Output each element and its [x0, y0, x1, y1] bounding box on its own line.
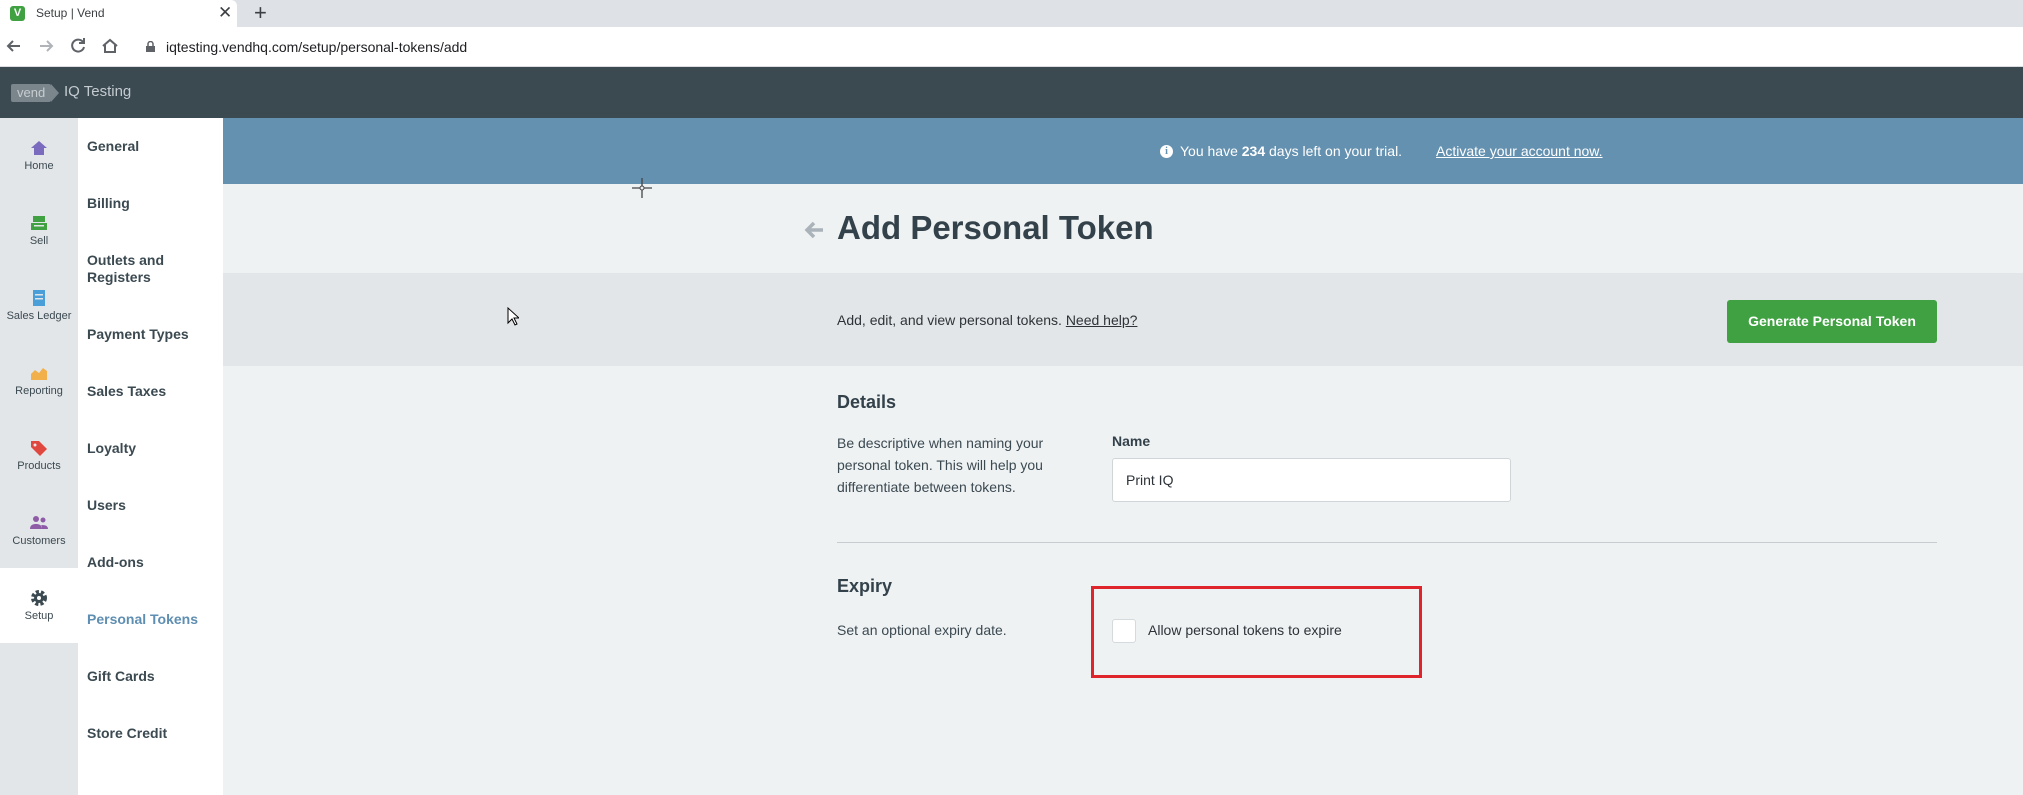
nav-home[interactable]: Home	[0, 118, 78, 193]
mouse-pointer-icon	[507, 307, 519, 326]
trial-banner: i You have 234 days left on your trial. …	[223, 118, 2023, 184]
expiry-heading: Expiry	[837, 576, 893, 596]
details-heading: Details	[837, 392, 897, 412]
trial-days: 234	[1241, 143, 1266, 159]
app-header: vend IQ Testing	[0, 67, 2023, 118]
submenu-item-general[interactable]: General	[87, 138, 217, 155]
back-icon[interactable]	[4, 36, 24, 56]
nav-products[interactable]: Products	[0, 418, 78, 493]
new-tab-icon[interactable]: +	[254, 1, 267, 25]
section-divider	[837, 542, 1937, 543]
nav-label: Customers	[12, 535, 66, 547]
ledger-icon	[33, 290, 45, 306]
submenu-item-users[interactable]: Users	[87, 497, 217, 514]
submenu-item-loyalty[interactable]: Loyalty	[87, 440, 217, 457]
browser-tab[interactable]: V Setup | Vend ✕	[0, 0, 237, 27]
browser-tab-bar: V Setup | Vend ✕ +	[0, 0, 2023, 27]
nav-sales-ledger[interactable]: Sales Ledger	[0, 268, 78, 343]
activate-account-link[interactable]: Activate your account now.	[1436, 143, 1603, 159]
nav-setup[interactable]: Setup	[0, 568, 78, 643]
submenu-item-add-ons[interactable]: Add-ons	[87, 554, 217, 571]
nav-label: Home	[24, 160, 54, 172]
crosshair-cursor-icon	[632, 178, 652, 198]
info-icon: i	[1160, 145, 1173, 158]
page-title: Add Personal Token	[837, 209, 1154, 246]
vend-logo[interactable]: vend	[11, 84, 60, 102]
toolbar-description: Add, edit, and view personal tokens. Nee…	[837, 312, 1138, 328]
main-nav: Home Sell Sales Ledger Reporting Product…	[0, 118, 78, 795]
store-name[interactable]: IQ Testing	[64, 83, 131, 100]
home-browser-icon[interactable]	[100, 36, 120, 56]
submenu-item-payment-types[interactable]: Payment Types	[87, 326, 217, 343]
tag-icon	[31, 441, 47, 456]
submenu-item-gift-cards[interactable]: Gift Cards	[87, 668, 217, 685]
nav-label: Setup	[24, 610, 54, 622]
allow-expire-checkbox[interactable]	[1112, 619, 1136, 643]
forward-icon[interactable]	[36, 36, 56, 56]
name-label: Name	[1112, 433, 1151, 449]
page-toolbar: Add, edit, and view personal tokens. Nee…	[223, 273, 2023, 366]
trial-message: You have 234 days left on your trial.	[1180, 143, 1403, 159]
vend-favicon-icon: V	[10, 6, 25, 21]
chart-icon	[31, 368, 47, 380]
people-icon	[30, 516, 48, 529]
lock-icon	[146, 41, 155, 52]
details-description: Be descriptive when naming your personal…	[837, 435, 1044, 495]
register-icon	[31, 216, 47, 230]
nav-label: Reporting	[15, 385, 63, 397]
allow-expire-label[interactable]: Allow personal tokens to expire	[1148, 622, 1342, 638]
tab-title: Setup | Vend	[36, 6, 105, 20]
submenu-item-outlets-and-registers[interactable]: Outlets and Registers	[87, 252, 217, 286]
url-field[interactable]: iqtesting.vendhq.com/setup/personal-toke…	[166, 39, 467, 55]
nav-label: Sales Ledger	[6, 310, 72, 322]
generate-personal-token-button[interactable]: Generate Personal Token	[1727, 300, 1937, 343]
expiry-description: Set an optional expiry date.	[837, 622, 1007, 638]
need-help-link[interactable]: Need help?	[1066, 312, 1138, 328]
back-arrow-icon[interactable]	[802, 218, 826, 242]
submenu-item-store-credit[interactable]: Store Credit	[87, 725, 217, 742]
submenu-item-sales-taxes[interactable]: Sales Taxes	[87, 383, 217, 400]
nav-customers[interactable]: Customers	[0, 493, 78, 568]
gear-icon	[31, 590, 47, 606]
nav-reporting[interactable]: Reporting	[0, 343, 78, 418]
browser-address-bar: iqtesting.vendhq.com/setup/personal-toke…	[0, 27, 2023, 67]
submenu-item-billing[interactable]: Billing	[87, 195, 217, 212]
setup-submenu: General Billing Outlets and Registers Pa…	[78, 118, 223, 795]
submenu-item-personal-tokens[interactable]: Personal Tokens	[87, 611, 217, 628]
reload-icon[interactable]	[68, 36, 88, 56]
home-icon	[31, 141, 47, 155]
nav-label: Products	[17, 460, 61, 472]
name-input[interactable]	[1112, 458, 1511, 502]
nav-sell[interactable]: Sell	[0, 193, 78, 268]
nav-label: Sell	[29, 235, 49, 247]
close-tab-icon[interactable]: ✕	[218, 3, 232, 23]
